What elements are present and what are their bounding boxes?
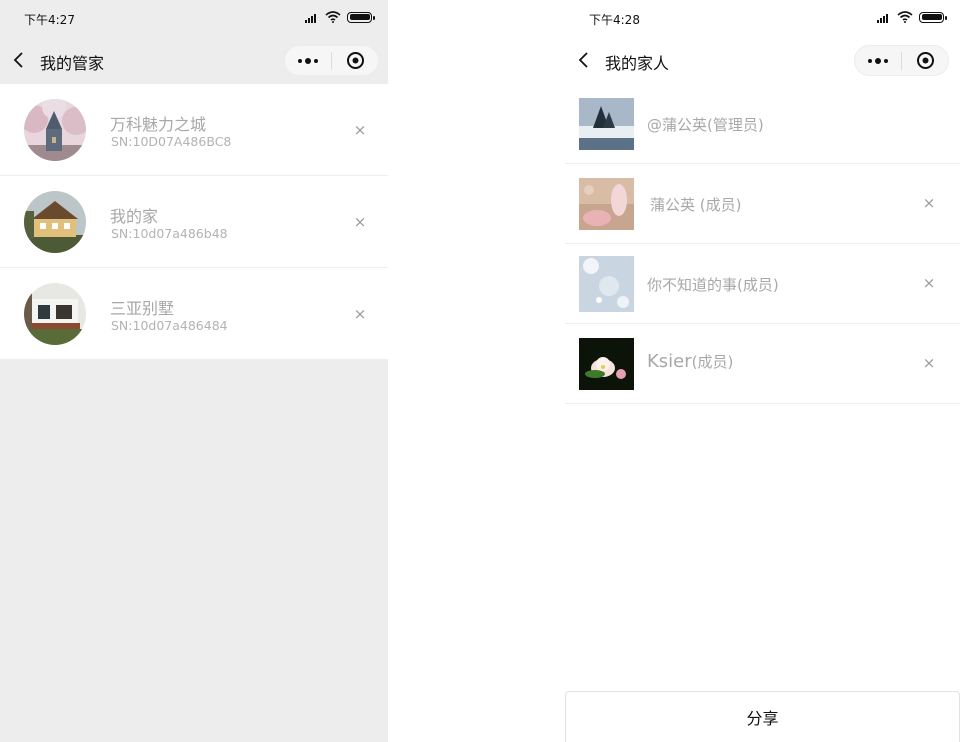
member-name: 蒲公英 (成员): [650, 196, 742, 214]
chevron-left-icon[interactable]: [12, 50, 28, 70]
butler-list: 万科魅力之城 SN:10D07A486BC8 × 我的家 SN:10d07a48…: [0, 84, 388, 360]
status-time: 下午4:28: [589, 13, 640, 27]
wifi-icon: [897, 11, 913, 23]
member-avatar: [579, 256, 634, 312]
house-avatar: [24, 99, 86, 161]
house-name: 万科魅力之城: [110, 115, 207, 134]
house-name: 我的家: [110, 207, 159, 226]
nav-bar: 我的管家: [0, 36, 388, 84]
family-member-item[interactable]: @蒲公英(管理员): [565, 84, 960, 164]
butler-item[interactable]: 三亚别墅 SN:10d07a486484 ×: [0, 268, 388, 360]
close-icon[interactable]: ×: [921, 275, 937, 291]
share-button[interactable]: 分享: [565, 691, 960, 742]
close-icon[interactable]: ×: [352, 306, 368, 322]
close-icon[interactable]: ×: [921, 355, 937, 371]
butler-item[interactable]: 万科魅力之城 SN:10D07A486BC8 ×: [0, 84, 388, 176]
page-title: 我的管家: [40, 54, 105, 73]
family-member-item[interactable]: 蒲公英 (成员) ×: [565, 164, 960, 244]
target-icon[interactable]: [332, 46, 378, 75]
house-name: 三亚别墅: [110, 299, 175, 318]
member-avatar: [579, 338, 634, 390]
member-avatar: [579, 178, 634, 230]
status-bar: 下午4:28: [565, 0, 960, 36]
status-bar: 下午4:27: [0, 0, 388, 36]
wifi-icon: [325, 11, 341, 23]
status-icons: [305, 11, 375, 23]
member-name: Ksier(成员): [647, 351, 733, 372]
status-icons: [877, 11, 947, 23]
member-name: @蒲公英(管理员): [647, 116, 764, 134]
family-member-item[interactable]: 你不知道的事(成员) ×: [565, 244, 960, 324]
house-sn: SN:10D07A486BC8: [111, 134, 232, 149]
page-title: 我的家人: [605, 54, 670, 73]
signal-icon: [305, 12, 319, 23]
signal-icon: [877, 12, 891, 23]
my-family-screen: 下午4:28 我的家人 @蒲公英(管理员) 蒲公英 (成员) × 你不知道的事(…: [565, 0, 960, 742]
house-sn: SN:10d07a486b48: [111, 226, 228, 241]
close-icon[interactable]: ×: [352, 122, 368, 138]
member-name-text: Ksier: [647, 351, 692, 372]
target-icon[interactable]: [902, 46, 948, 75]
mini-program-capsule: [284, 45, 379, 76]
nav-bar: 我的家人: [565, 36, 960, 84]
house-avatar: [24, 191, 86, 253]
mini-program-capsule: [854, 45, 949, 76]
more-dots-icon[interactable]: [285, 46, 331, 75]
butler-item[interactable]: 我的家 SN:10d07a486b48 ×: [0, 176, 388, 268]
my-butler-screen: 下午4:27 我的管家 万科魅力之城 SN:10D07A486BC8 × 我的家…: [0, 0, 388, 742]
member-role: (成员): [691, 353, 734, 371]
battery-icon: [347, 11, 375, 23]
house-avatar: [24, 283, 86, 345]
status-time: 下午4:27: [24, 13, 75, 27]
close-icon[interactable]: ×: [921, 195, 937, 211]
close-icon[interactable]: ×: [352, 214, 368, 230]
house-sn: SN:10d07a486484: [111, 318, 228, 333]
more-dots-icon[interactable]: [855, 46, 901, 75]
chevron-left-icon[interactable]: [577, 50, 593, 70]
member-avatar: [579, 98, 634, 150]
member-name: 你不知道的事(成员): [647, 276, 779, 294]
family-member-list: @蒲公英(管理员) 蒲公英 (成员) × 你不知道的事(成员) × Ksier(…: [565, 84, 960, 404]
battery-icon: [919, 11, 947, 23]
family-member-item[interactable]: Ksier(成员) ×: [565, 324, 960, 404]
